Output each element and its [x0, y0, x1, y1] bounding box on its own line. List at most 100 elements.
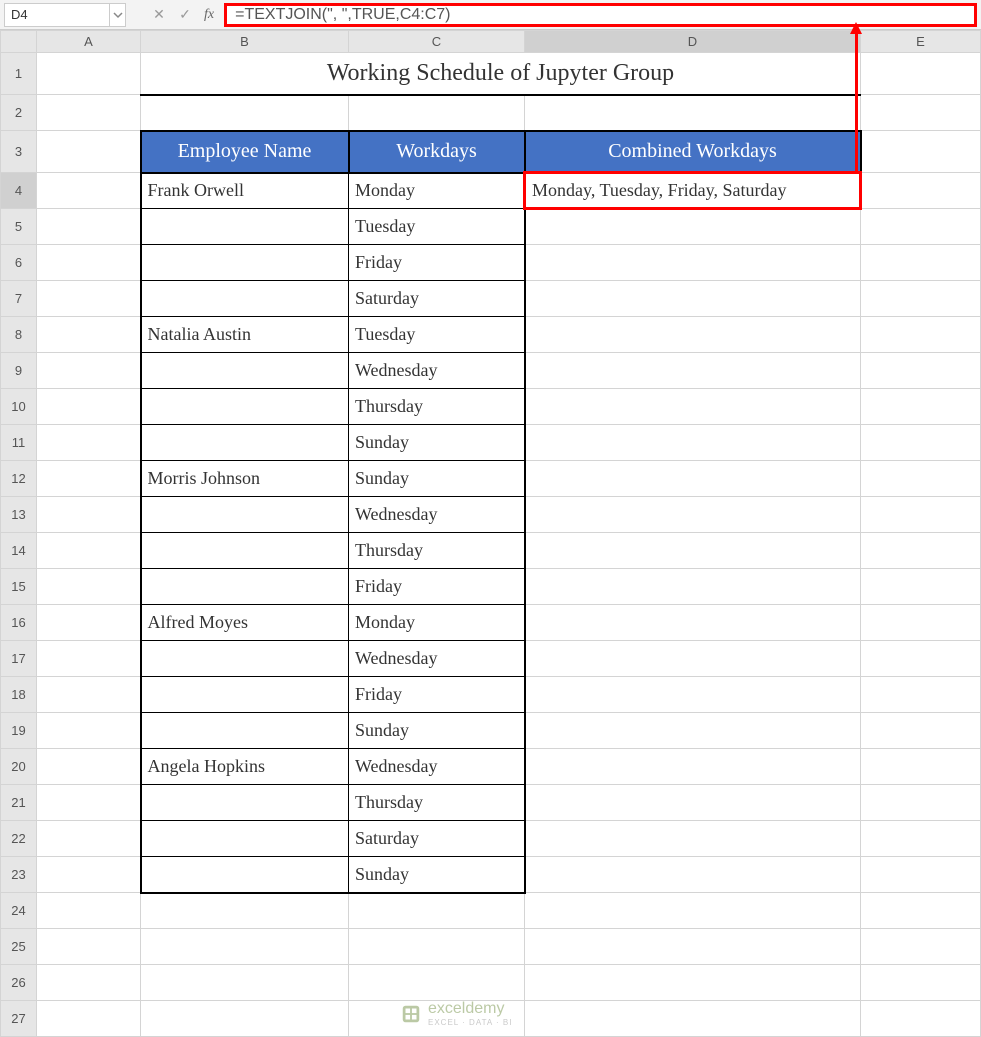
cell-A1[interactable]	[37, 53, 141, 95]
row-header-16[interactable]: 16	[1, 605, 37, 641]
cell-A13[interactable]	[37, 497, 141, 533]
cell-B27[interactable]	[141, 1001, 349, 1037]
header-employee-name[interactable]: Employee Name	[141, 131, 349, 173]
cell-A10[interactable]	[37, 389, 141, 425]
cell-B4[interactable]: Frank Orwell	[141, 173, 349, 209]
cell-A4[interactable]	[37, 173, 141, 209]
cell-E9[interactable]	[861, 353, 981, 389]
cell-A7[interactable]	[37, 281, 141, 317]
cell-E7[interactable]	[861, 281, 981, 317]
row-header-27[interactable]: 27	[1, 1001, 37, 1037]
row-header-24[interactable]: 24	[1, 893, 37, 929]
cell-E13[interactable]	[861, 497, 981, 533]
spreadsheet-grid[interactable]: A B C D E 1 Working Schedule of Jupyter …	[0, 30, 981, 1037]
cell-C8[interactable]: Tuesday	[349, 317, 525, 353]
cell-A6[interactable]	[37, 245, 141, 281]
cell-E6[interactable]	[861, 245, 981, 281]
cell-A14[interactable]	[37, 533, 141, 569]
select-all-corner[interactable]	[1, 31, 37, 53]
cell-B12[interactable]: Morris Johnson	[141, 461, 349, 497]
cell-B13[interactable]	[141, 497, 349, 533]
row-header-23[interactable]: 23	[1, 857, 37, 893]
cell-B22[interactable]	[141, 821, 349, 857]
cell-C10[interactable]: Thursday	[349, 389, 525, 425]
cell-B19[interactable]	[141, 713, 349, 749]
cell-A18[interactable]	[37, 677, 141, 713]
cell-E19[interactable]	[861, 713, 981, 749]
cell-E21[interactable]	[861, 785, 981, 821]
cell-A22[interactable]	[37, 821, 141, 857]
row-header-13[interactable]: 13	[1, 497, 37, 533]
cell-E5[interactable]	[861, 209, 981, 245]
row-header-26[interactable]: 26	[1, 965, 37, 1001]
row-header-10[interactable]: 10	[1, 389, 37, 425]
cell-C25[interactable]	[349, 929, 525, 965]
cell-E23[interactable]	[861, 857, 981, 893]
cell-A8[interactable]	[37, 317, 141, 353]
title-cell[interactable]: Working Schedule of Jupyter Group	[141, 53, 861, 95]
row-header-1[interactable]: 1	[1, 53, 37, 95]
cell-E26[interactable]	[861, 965, 981, 1001]
col-header-D[interactable]: D	[525, 31, 861, 53]
cell-E20[interactable]	[861, 749, 981, 785]
cell-A25[interactable]	[37, 929, 141, 965]
row-header-22[interactable]: 22	[1, 821, 37, 857]
row-header-4[interactable]: 4	[1, 173, 37, 209]
cell-C2[interactable]	[349, 95, 525, 131]
cell-D20[interactable]	[525, 749, 861, 785]
cell-D2[interactable]	[525, 95, 861, 131]
cell-C18[interactable]: Friday	[349, 677, 525, 713]
row-header-7[interactable]: 7	[1, 281, 37, 317]
name-box-dropdown[interactable]	[110, 3, 126, 27]
cell-B21[interactable]	[141, 785, 349, 821]
fx-label[interactable]: fx	[198, 7, 220, 23]
cell-C26[interactable]	[349, 965, 525, 1001]
row-header-9[interactable]: 9	[1, 353, 37, 389]
cell-D14[interactable]	[525, 533, 861, 569]
cell-D6[interactable]	[525, 245, 861, 281]
cell-C20[interactable]: Wednesday	[349, 749, 525, 785]
cell-A3[interactable]	[37, 131, 141, 173]
cell-B23[interactable]	[141, 857, 349, 893]
cell-D5[interactable]	[525, 209, 861, 245]
cell-D26[interactable]	[525, 965, 861, 1001]
cell-D17[interactable]	[525, 641, 861, 677]
cell-B5[interactable]	[141, 209, 349, 245]
row-header-20[interactable]: 20	[1, 749, 37, 785]
row-header-2[interactable]: 2	[1, 95, 37, 131]
row-header-18[interactable]: 18	[1, 677, 37, 713]
cell-E18[interactable]	[861, 677, 981, 713]
cell-D27[interactable]	[525, 1001, 861, 1037]
row-header-21[interactable]: 21	[1, 785, 37, 821]
cell-D13[interactable]	[525, 497, 861, 533]
cell-A11[interactable]	[37, 425, 141, 461]
cell-C7[interactable]: Saturday	[349, 281, 525, 317]
cell-E11[interactable]	[861, 425, 981, 461]
cell-A16[interactable]	[37, 605, 141, 641]
cell-C17[interactable]: Wednesday	[349, 641, 525, 677]
cell-B15[interactable]	[141, 569, 349, 605]
cell-C22[interactable]: Saturday	[349, 821, 525, 857]
row-header-3[interactable]: 3	[1, 131, 37, 173]
row-header-19[interactable]: 19	[1, 713, 37, 749]
cell-D24[interactable]	[525, 893, 861, 929]
cell-C9[interactable]: Wednesday	[349, 353, 525, 389]
cell-A9[interactable]	[37, 353, 141, 389]
cell-B14[interactable]	[141, 533, 349, 569]
cell-B17[interactable]	[141, 641, 349, 677]
cell-D16[interactable]	[525, 605, 861, 641]
cell-C11[interactable]: Sunday	[349, 425, 525, 461]
cell-E10[interactable]	[861, 389, 981, 425]
cell-D18[interactable]	[525, 677, 861, 713]
cell-C6[interactable]: Friday	[349, 245, 525, 281]
cell-E12[interactable]	[861, 461, 981, 497]
cell-B10[interactable]	[141, 389, 349, 425]
cell-B2[interactable]	[141, 95, 349, 131]
cancel-formula-button[interactable]: ✕	[146, 3, 172, 27]
cell-D9[interactable]	[525, 353, 861, 389]
row-header-14[interactable]: 14	[1, 533, 37, 569]
cell-C16[interactable]: Monday	[349, 605, 525, 641]
cell-D7[interactable]	[525, 281, 861, 317]
cell-C23[interactable]: Sunday	[349, 857, 525, 893]
cell-B8[interactable]: Natalia Austin	[141, 317, 349, 353]
